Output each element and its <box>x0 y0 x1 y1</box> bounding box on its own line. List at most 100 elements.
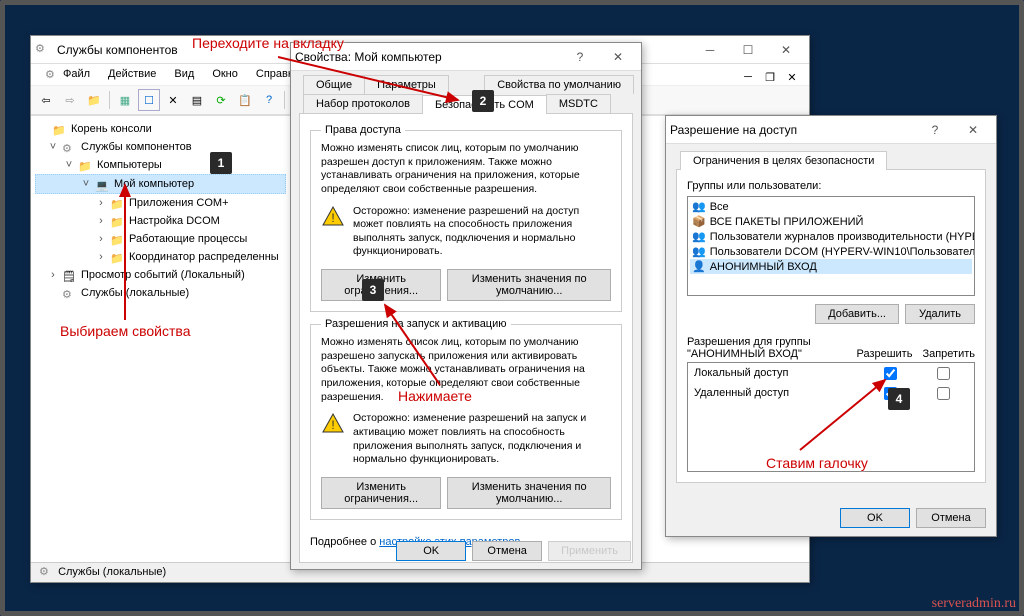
tree-dtc[interactable]: ›Координатор распределенны <box>35 248 286 266</box>
edit-default-button-2[interactable]: Изменить значения по умолчанию... <box>447 477 611 509</box>
tree-services[interactable]: ˅Службы компонентов <box>35 138 286 156</box>
remove-button[interactable]: Удалить <box>905 304 975 324</box>
delete-button[interactable]: ✕ <box>162 89 184 111</box>
group-icon: 👥 <box>692 230 706 243</box>
perm-ok-button[interactable]: OK <box>840 508 910 528</box>
menu-window[interactable]: Окно <box>204 66 246 83</box>
tab-protocols[interactable]: Набор протоколов <box>303 94 423 113</box>
perm-local-label: Локальный доступ <box>694 367 862 383</box>
properties-dialog: Свойства: Мой компьютер ? ✕ Общие Параме… <box>290 42 642 570</box>
help-button[interactable]: ? <box>916 119 954 141</box>
app-icon <box>35 42 51 58</box>
tree-event-viewer[interactable]: ›🗒Просмотр событий (Локальный) <box>35 266 286 284</box>
menu-file[interactable]: Файл <box>55 66 98 83</box>
permissions-dialog: Разрешение на доступ ? ✕ Ограничения в ц… <box>665 115 997 537</box>
tab-default-props[interactable]: Свойства по умолчанию <box>484 75 634 94</box>
tree-my-computer[interactable]: ˅Мой компьютер <box>35 174 286 194</box>
tree-root[interactable]: Корень консоли <box>35 120 286 138</box>
event-icon: 🗒 <box>62 268 78 282</box>
status-icon <box>39 565 55 578</box>
folder-icon <box>110 250 126 264</box>
tabs-row-1: Общие Параметры Свойства по умолчанию <box>299 75 633 94</box>
menu-view[interactable]: Вид <box>166 66 202 83</box>
folder-icon <box>78 158 94 172</box>
perm-titlebar: Разрешение на доступ ? ✕ <box>666 116 996 144</box>
group-name: Пользователи журналов производительности… <box>710 231 975 243</box>
perms-for-label: Разрешения для группы "АНОНИМНЫЙ ВХОД" <box>687 336 856 360</box>
folder-icon <box>110 232 126 246</box>
apply-button[interactable]: Применить <box>548 541 631 561</box>
refresh-button[interactable]: ⟳ <box>210 89 232 111</box>
mdi-close[interactable]: ✕ <box>781 66 803 88</box>
tree-computers[interactable]: ˅Компьютеры <box>35 156 286 174</box>
close-button[interactable]: ✕ <box>954 119 992 141</box>
watermark: serveradmin.ru <box>932 596 1016 612</box>
up-button[interactable]: 📁 <box>83 89 105 111</box>
local-allow-checkbox[interactable] <box>884 367 897 380</box>
list-item[interactable]: 👥 Все <box>690 199 972 214</box>
edit-limits-button[interactable]: Изменить ограничения... <box>321 269 441 301</box>
tree-dcom[interactable]: ›Настройка DCOM <box>35 212 286 230</box>
perm-remote-label: Удаленный доступ <box>694 387 862 403</box>
list-item[interactable]: 📦ВСЕ ПАКЕТЫ ПРИЛОЖЕНИЙ <box>690 214 972 229</box>
remote-allow-checkbox[interactable] <box>884 387 897 400</box>
group-name: Все <box>710 201 729 213</box>
tab-parameters[interactable]: Параметры <box>364 75 449 94</box>
group-name: Пользователи DCOM (HYPERV-WIN10\Пользова… <box>710 246 975 258</box>
cancel-button[interactable]: Отмена <box>472 541 542 561</box>
remote-deny-checkbox[interactable] <box>937 387 950 400</box>
launch-warning: Осторожно: изменение разрешений на запус… <box>353 412 611 467</box>
launch-permissions-group: Разрешения на запуск и активацию Можно и… <box>310 318 622 520</box>
list-item[interactable]: 👥 Пользователи журналов производительност… <box>690 229 972 244</box>
svg-text:!: ! <box>331 418 334 432</box>
warning-icon: ! <box>321 205 345 229</box>
access-permissions-group: Права доступа Можно изменять список лиц,… <box>310 124 622 312</box>
tab-msdtc[interactable]: MSDTC <box>546 94 611 113</box>
tab-general[interactable]: Общие <box>303 75 365 94</box>
menu-action[interactable]: Действие <box>100 66 164 83</box>
perm-cancel-button[interactable]: Отмена <box>916 508 986 528</box>
edit-limits-button-2[interactable]: Изменить ограничения... <box>321 477 441 509</box>
tree-processes[interactable]: ›Работающие процессы <box>35 230 286 248</box>
tabs-row-2: Набор протоколов Безопасность COM MSDTC <box>299 94 633 114</box>
group-icon: 👥 <box>692 200 706 213</box>
folder-icon <box>110 214 126 228</box>
help-button[interactable]: ? <box>258 89 280 111</box>
maximize-button[interactable]: ☐ <box>729 39 767 61</box>
tb-btn-1[interactable]: ▦ <box>114 89 136 111</box>
edit-default-button[interactable]: Изменить значения по умолчанию... <box>447 269 611 301</box>
list-item[interactable]: 👥Пользователи DCOM (HYPERV-WIN10\Пользов… <box>690 244 972 259</box>
more-info-text: Подробнее о <box>310 536 379 548</box>
svg-text:!: ! <box>331 211 334 225</box>
dialog-titlebar: Свойства: Мой компьютер ? ✕ <box>291 43 641 71</box>
legend-access: Права доступа <box>321 124 405 136</box>
col-allow: Разрешить <box>856 348 912 360</box>
gear-icon <box>62 286 78 300</box>
mdi-restore[interactable]: ❐ <box>759 66 781 88</box>
tb-btn-2[interactable]: ☐ <box>138 89 160 111</box>
access-warning: Осторожно: изменение разрешений на досту… <box>353 205 611 260</box>
ok-button[interactable]: OK <box>396 541 466 561</box>
forward-button[interactable]: ⇨ <box>59 89 81 111</box>
back-button[interactable]: ⇦ <box>35 89 57 111</box>
properties-button[interactable]: ▤ <box>186 89 208 111</box>
add-button[interactable]: Добавить... <box>815 304 899 324</box>
mdi-minimize[interactable]: ─ <box>737 66 759 88</box>
status-text: Службы (локальные) <box>58 566 166 578</box>
groups-listbox[interactable]: 👥Все📦ВСЕ ПАКЕТЫ ПРИЛОЖЕНИЙ👥Пользователи … <box>687 196 975 296</box>
close-button[interactable]: ✕ <box>599 46 637 68</box>
folder-icon <box>52 122 68 136</box>
close-button[interactable]: ✕ <box>767 39 805 61</box>
export-button[interactable]: 📋 <box>234 89 256 111</box>
tab-com-security[interactable]: Безопасность COM <box>422 95 547 114</box>
minimize-button[interactable]: ─ <box>691 39 729 61</box>
tree-local-services[interactable]: Службы (локальные) <box>35 284 286 302</box>
groups-label: Группы или пользователи: <box>687 180 975 192</box>
col-deny: Запретить <box>922 348 975 360</box>
dialog-title: Свойства: Мой компьютер <box>295 50 561 64</box>
list-item[interactable]: 👤АНОНИМНЫЙ ВХОД <box>690 259 972 274</box>
help-button[interactable]: ? <box>561 46 599 68</box>
tab-security-limits[interactable]: Ограничения в целях безопасности <box>680 151 887 170</box>
tree-com-apps[interactable]: ›Приложения COM+ <box>35 194 286 212</box>
local-deny-checkbox[interactable] <box>937 367 950 380</box>
